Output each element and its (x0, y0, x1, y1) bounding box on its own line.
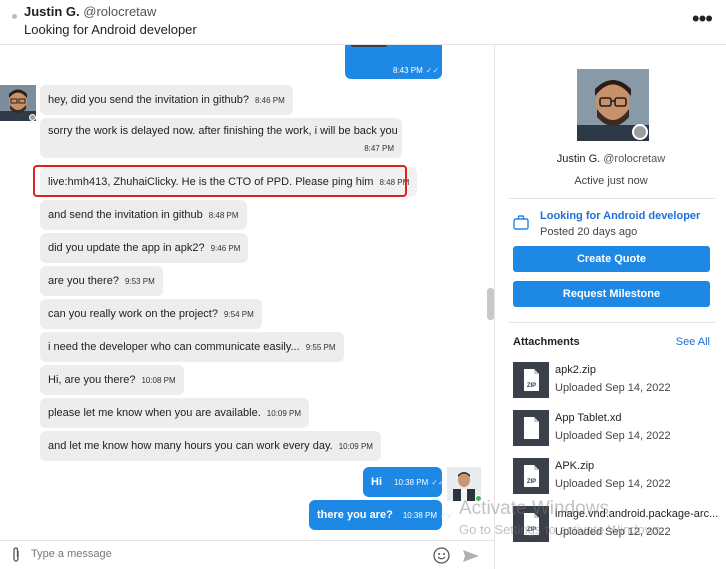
svg-text:ZIP: ZIP (527, 383, 536, 389)
attachment-name: apk2.zip (555, 364, 596, 376)
message-time: 8:46 PM (255, 95, 285, 105)
double-check-icon: ✓✓ (431, 477, 445, 487)
message-text: and send the invitation in github (48, 209, 203, 221)
attachment-date: Uploaded Sep 14, 2022 (555, 382, 671, 394)
message-time: 9:53 PM (124, 276, 155, 286)
contact-handle: @rolocretaw (83, 4, 157, 19)
zip-file-icon: ZIP (513, 362, 549, 398)
contact-name-line[interactable]: Justin G. @rolocretaw (24, 4, 156, 19)
attachment-name: image.vnd.android.package-arc... (555, 508, 719, 520)
attachment-name: APK.zip (555, 460, 595, 472)
message-time: 8:43 PM (393, 66, 423, 75)
message-time: 8:48 PM (208, 210, 239, 220)
profile-name: Justin G. @rolocretaw (495, 153, 726, 165)
message-incoming[interactable]: and let me know how many hours you can w… (40, 431, 381, 461)
profile-status: Active just now (574, 175, 648, 187)
message-text: there you are? (317, 509, 393, 521)
message-incoming[interactable]: hey, did you send the invitation in gith… (40, 85, 293, 115)
attachment-date: Uploaded Sep 12, 2022 (555, 526, 671, 538)
message-text: are you there? (48, 275, 119, 287)
attachment-item[interactable]: App Tablet.xd Uploaded Sep 14, 2022 (513, 410, 723, 448)
zip-file-icon: ZIP (513, 506, 549, 542)
message-text: and let me know how many hours you can w… (48, 440, 333, 452)
conversation-subject: Looking for Android developer (24, 22, 197, 37)
message-outgoing[interactable]: there you are? 10:38 PM ✓✓ (309, 500, 453, 530)
message-incoming[interactable]: are you there? 9:53 PM (40, 266, 163, 296)
message-composer (0, 540, 494, 569)
message-text: Hi, are you there? (48, 374, 136, 386)
attachment-item[interactable]: ZIP APK.zip Uploaded Sep 14, 2022 (513, 458, 723, 496)
divider (509, 322, 715, 323)
message-incoming[interactable]: please let me know when you are availabl… (40, 398, 310, 428)
divider (509, 198, 715, 199)
contact-name: Justin G. (24, 4, 80, 19)
presence-dot (12, 14, 17, 19)
scrollbar-thumb[interactable] (487, 288, 494, 320)
message-outgoing[interactable]: 8:43 PM ✓✓ (345, 45, 442, 79)
attachment-name: App Tablet.xd (555, 412, 622, 424)
message-incoming[interactable]: did you update the app in apk2? 9:46 PM (40, 233, 249, 263)
message-text: please let me know when you are availabl… (48, 407, 261, 419)
profile-panel: Justin G. @rolocretaw Active just now Lo… (494, 45, 726, 569)
message-time: 10:38 PM (402, 510, 438, 520)
message-text: did you update the app in apk2? (48, 242, 205, 254)
zip-file-icon: ZIP (513, 458, 549, 494)
online-status-dot (632, 124, 648, 140)
message-time: 10:08 PM (141, 375, 176, 385)
conversation-header: Justin G. @rolocretaw Looking for Androi… (0, 0, 726, 45)
message-text: i need the developer who can communicate… (48, 341, 300, 353)
attachment-item[interactable]: ZIP image.vnd.android.package-arc... Upl… (513, 506, 723, 544)
message-time: 9:54 PM (223, 309, 254, 319)
message-incoming[interactable]: and send the invitation in github 8:48 P… (40, 200, 247, 230)
message-text: sorry the work is delayed now. after fin… (48, 125, 398, 137)
attachment-thumbnail (351, 45, 387, 47)
see-all-link[interactable]: See All (676, 336, 710, 348)
message-text: Hi (371, 476, 382, 488)
send-icon[interactable] (462, 549, 480, 568)
attachment-item[interactable]: ZIP apk2.zip Uploaded Sep 14, 2022 (513, 362, 723, 400)
message-incoming[interactable]: sorry the work is delayed now. after fin… (40, 118, 402, 158)
highlight-box (33, 165, 407, 197)
file-icon (513, 410, 549, 446)
message-time: 10:09 PM (338, 441, 373, 451)
message-incoming[interactable]: Hi, are you there? 10:08 PM (40, 365, 184, 395)
briefcase-icon (513, 215, 529, 235)
attachment-date: Uploaded Sep 14, 2022 (555, 478, 671, 490)
online-status-dot (29, 114, 36, 121)
online-status-dot (475, 495, 482, 502)
paperclip-icon[interactable] (10, 547, 22, 568)
more-horizontal-icon[interactable]: ••• (692, 8, 713, 30)
svg-text:ZIP: ZIP (527, 479, 536, 485)
svg-text:ZIP: ZIP (527, 527, 536, 533)
message-outgoing[interactable]: Hi 10:38 PM ✓✓ (363, 467, 445, 497)
message-time: 9:55 PM (305, 342, 336, 352)
create-quote-button[interactable]: Create Quote (513, 246, 710, 272)
message-incoming[interactable]: i need the developer who can communicate… (40, 332, 344, 362)
attachments-title: Attachments (513, 336, 580, 348)
profile-handle: @rolocretaw (603, 153, 666, 165)
message-time: 8:47 PM (364, 144, 394, 153)
emoji-icon[interactable] (433, 547, 450, 569)
double-check-icon: ✓✓ (440, 510, 454, 520)
message-incoming[interactable]: can you really work on the project? 9:54… (40, 299, 262, 329)
double-check-icon: ✓✓ (425, 66, 440, 75)
message-text: can you really work on the project? (48, 308, 218, 320)
profile-name-text: Justin G. (556, 153, 601, 165)
project-link[interactable]: Looking for Android developer (540, 210, 700, 222)
message-time: 10:38 PM (394, 477, 429, 487)
message-list[interactable]: 8:43 PM ✓✓ hey, did you send the invitat… (0, 45, 494, 539)
message-time: 10:09 PM (266, 408, 302, 418)
request-milestone-button[interactable]: Request Milestone (513, 281, 710, 307)
message-text: hey, did you send the invitation in gith… (48, 94, 249, 106)
project-posted: Posted 20 days ago (540, 226, 638, 238)
message-input[interactable] (31, 548, 411, 560)
attachment-date: Uploaded Sep 14, 2022 (555, 430, 671, 442)
message-time: 9:46 PM (210, 243, 241, 253)
